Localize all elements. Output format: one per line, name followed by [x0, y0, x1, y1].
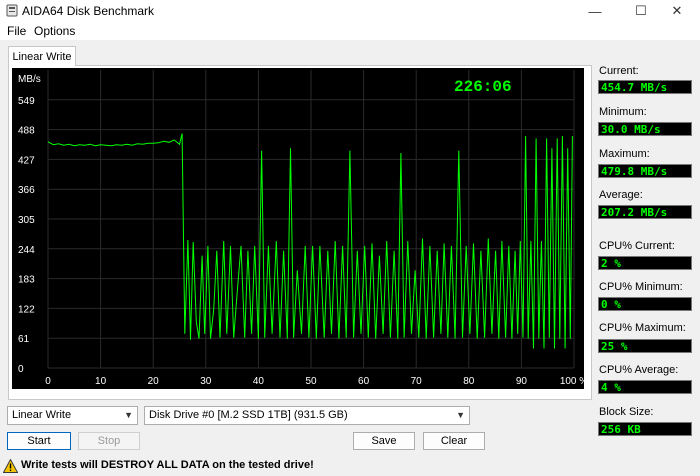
cpu-maximum-label: CPU% Maximum: — [599, 322, 686, 334]
test-select[interactable]: Linear Write ▼ — [7, 406, 138, 425]
clear-button[interactable]: Clear — [423, 432, 485, 450]
y-tick-label: 244 — [18, 245, 35, 256]
chevron-down-icon: ▼ — [456, 410, 465, 420]
chart-grid — [47, 70, 575, 369]
x-tick-label: 60 — [358, 376, 370, 387]
y-tick-label: 366 — [18, 185, 35, 196]
chevron-down-icon: ▼ — [124, 410, 133, 420]
menu-bar — [0, 22, 700, 40]
close-icon: ✕ — [671, 3, 683, 18]
average-value: 207.2 MB/s — [598, 205, 692, 219]
maximize-icon: ☐ — [635, 3, 647, 18]
y-tick-label: 183 — [18, 275, 35, 286]
menu-options[interactable]: Options — [34, 24, 75, 38]
minimize-button[interactable]: — — [572, 0, 618, 22]
warning-icon — [3, 459, 18, 473]
cpu-average-label: CPU% Average: — [599, 364, 679, 376]
block-size-label: Block Size: — [599, 406, 654, 418]
test-select-value: Linear Write — [12, 409, 72, 421]
drive-select-value: Disk Drive #0 [M.2 SSD 1TB] (931.5 GB) — [149, 409, 348, 421]
menu-file[interactable]: File — [7, 24, 26, 38]
x-tick-label: 80 — [463, 376, 475, 387]
stop-button[interactable]: Stop — [78, 432, 140, 450]
cpu-average-value: 4 % — [598, 380, 692, 394]
minimum-value: 30.0 MB/s — [598, 122, 692, 136]
cpu-minimum-value: 0 % — [598, 297, 692, 311]
elapsed-timer: 226:06 — [454, 78, 512, 96]
y-tick-label: 488 — [18, 126, 35, 137]
benchmark-chart: MB/s 0 61 122 183 244 305 366 427 488 549 0 10 20 30… — [12, 68, 584, 389]
cpu-maximum-value: 25 % — [598, 339, 692, 353]
x-tick-label: 50 — [305, 376, 317, 387]
cpu-current-label: CPU% Current: — [599, 240, 675, 252]
maximum-value: 479.8 MB/s — [598, 164, 692, 178]
block-size-value: 256 KB — [598, 422, 692, 436]
cpu-minimum-label: CPU% Minimum: — [599, 281, 683, 293]
x-tick-label: 100 % — [560, 376, 584, 387]
minimize-icon: — — [588, 3, 602, 19]
cpu-current-value: 2 % — [598, 256, 692, 270]
tab-linear-write[interactable]: Linear Write — [8, 46, 76, 66]
x-tick-label: 20 — [148, 376, 160, 387]
y-tick-label: 305 — [18, 215, 35, 226]
warning-text: Write tests will DESTROY ALL DATA on the… — [21, 459, 314, 471]
app-icon — [6, 4, 18, 17]
x-tick-label: 70 — [411, 376, 423, 387]
average-label: Average: — [599, 189, 643, 201]
x-tick-label: 0 — [45, 376, 51, 387]
maximum-label: Maximum: — [599, 148, 650, 160]
close-button[interactable]: ✕ — [654, 0, 700, 22]
y-tick-label: 61 — [18, 334, 30, 345]
start-button[interactable]: Start — [7, 432, 71, 450]
current-label: Current: — [599, 65, 639, 77]
x-tick-label: 10 — [95, 376, 107, 387]
drive-select[interactable]: Disk Drive #0 [M.2 SSD 1TB] (931.5 GB) ▼ — [144, 406, 470, 425]
window-title: AIDA64 Disk Benchmark — [22, 4, 155, 18]
save-button[interactable]: Save — [353, 432, 415, 450]
y-tick-label: 122 — [18, 304, 35, 315]
series-line — [47, 133, 573, 349]
x-tick-label: 40 — [253, 376, 265, 387]
x-axis-ticks: 0 10 20 30 40 50 60 70 80 90 100 % — [45, 376, 584, 387]
y-axis-ticks: 0 61 122 183 244 305 366 427 488 549 — [18, 96, 35, 375]
x-tick-label: 90 — [516, 376, 528, 387]
unit-label: MB/s — [18, 74, 41, 85]
x-tick-label: 30 — [200, 376, 212, 387]
y-tick-label: 549 — [18, 96, 35, 107]
y-tick-label: 0 — [18, 364, 24, 375]
y-tick-label: 427 — [18, 155, 35, 166]
minimum-label: Minimum: — [599, 106, 647, 118]
current-value: 454.7 MB/s — [598, 80, 692, 94]
